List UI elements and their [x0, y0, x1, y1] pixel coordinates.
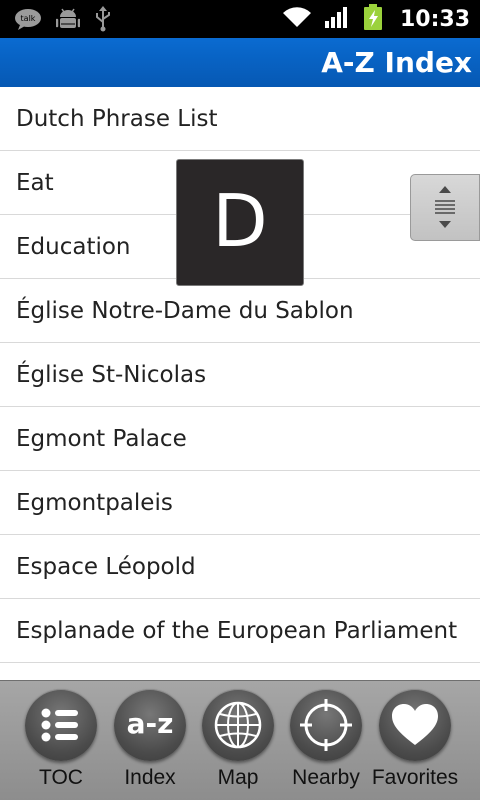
list-item[interactable]: Église Notre-Dame du Sablon [0, 279, 480, 343]
list-item[interactable]: Église St-Nicolas [0, 343, 480, 407]
a-z-icon: a-z [126, 707, 174, 740]
nav-toc[interactable]: TOC [25, 681, 97, 801]
bottom-nav: TOC a-z Index Map Nearby Favorites [0, 680, 480, 800]
status-time: 10:33 [399, 6, 470, 32]
list-item-label: Dutch Phrase List [16, 106, 218, 132]
list-item[interactable]: Egmont Palace [0, 407, 480, 471]
svg-text:talk: talk [21, 14, 36, 23]
status-bar: talk 10:33 [0, 0, 480, 38]
nav-label: TOC [39, 766, 83, 789]
list-item[interactable]: Egmontpaleis [0, 471, 480, 535]
list-item-label: Église Notre-Dame du Sablon [16, 298, 354, 324]
nav-label: Nearby [292, 766, 360, 789]
nav-label: Favorites [371, 766, 459, 789]
android-debug-icon [55, 6, 81, 36]
nav-label: Index [124, 766, 176, 789]
nav-favorites[interactable]: Favorites [372, 681, 458, 801]
title-bar: A-Z Index [0, 38, 480, 87]
list-item[interactable]: Espace Léopold [0, 535, 480, 599]
index-button[interactable]: a-z [114, 689, 186, 761]
wifi-icon [282, 5, 312, 33]
section-letter-indicator: D [176, 159, 304, 286]
talk-icon: talk [14, 7, 42, 35]
page-title: A-Z Index [321, 46, 472, 79]
fast-scroll-thumb[interactable] [410, 174, 480, 241]
signal-icon [324, 5, 350, 33]
battery-charging-icon [362, 3, 384, 35]
nav-index[interactable]: a-z Index [114, 681, 186, 801]
list-item-label: Egmont Palace [16, 426, 187, 452]
map-button[interactable] [202, 689, 274, 761]
toc-button[interactable] [25, 689, 97, 761]
usb-icon [94, 6, 112, 36]
list-item-label: Esplanade of the European Parliament [16, 618, 458, 644]
list-item[interactable]: Esplanade of the European Parliament [0, 599, 480, 663]
nearby-button[interactable] [290, 689, 362, 761]
list-item-label: Église St-Nicolas [16, 362, 207, 388]
list-item-label: Egmontpaleis [16, 490, 173, 516]
favorites-button[interactable] [379, 689, 451, 761]
list-item-label: Education [16, 234, 131, 260]
list-item-label: Espace Léopold [16, 554, 196, 580]
nav-map[interactable]: Map [202, 681, 274, 801]
nav-label: Map [217, 766, 259, 789]
list-item[interactable]: Dutch Phrase List [0, 87, 480, 151]
nav-nearby[interactable]: Nearby [290, 681, 362, 801]
list-item-label: Eat [16, 170, 54, 196]
